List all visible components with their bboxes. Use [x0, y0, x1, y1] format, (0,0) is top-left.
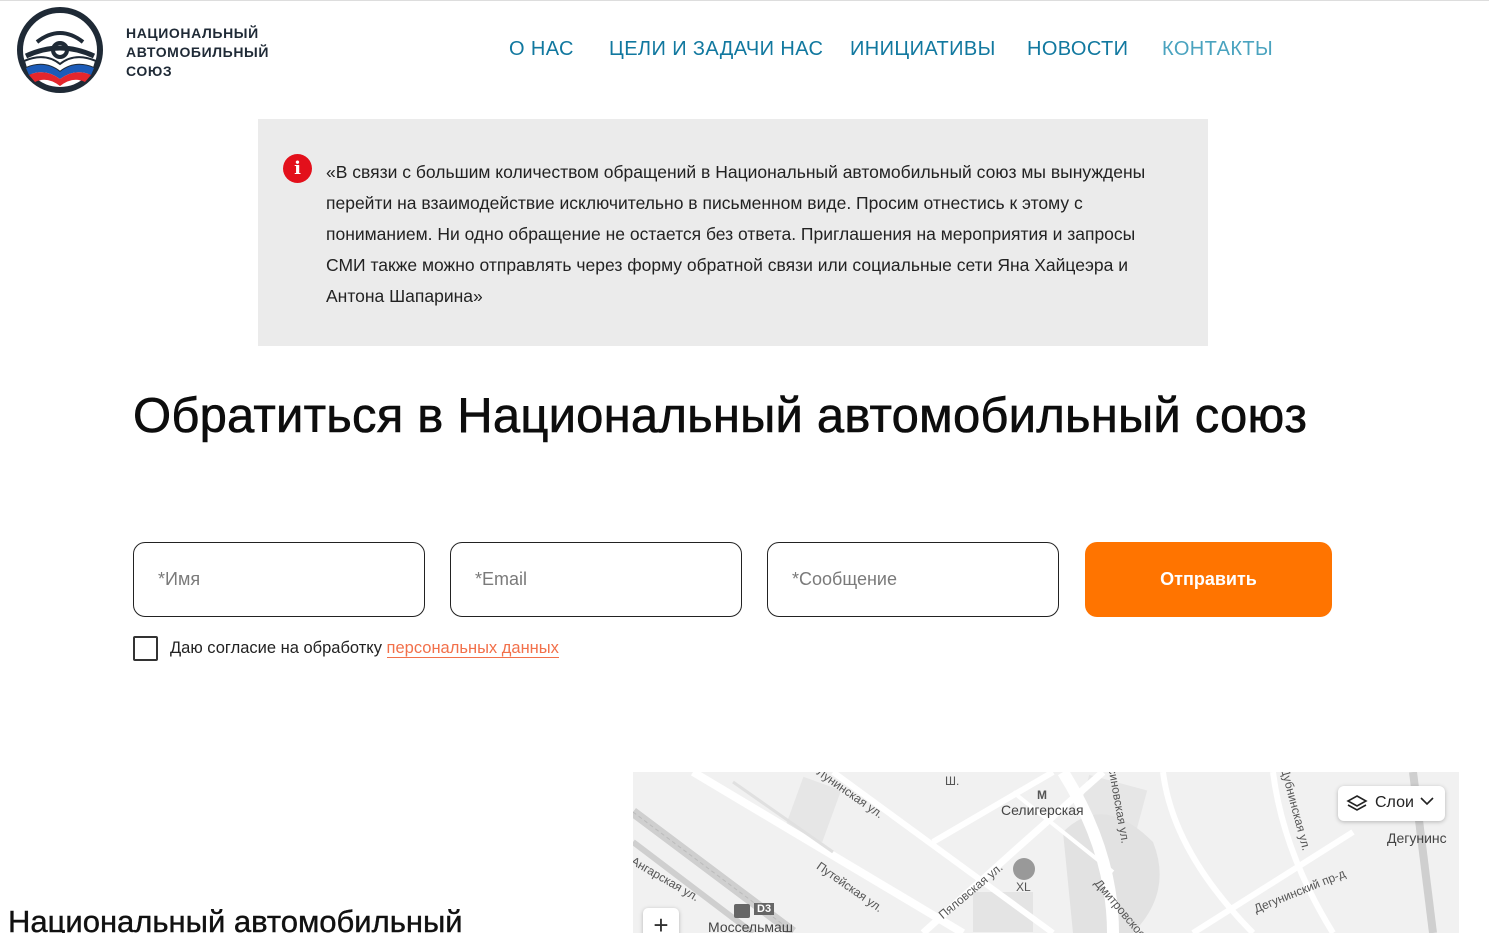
- line-badge: D3: [754, 903, 775, 915]
- email-input[interactable]: [451, 543, 741, 616]
- nav-item-news[interactable]: НОВОСТИ: [1027, 38, 1128, 61]
- info-alert-icon: i: [283, 154, 312, 183]
- store-label: XL: [1016, 880, 1031, 894]
- station-label: Моссельмаш: [708, 919, 794, 933]
- nav-item-goals[interactable]: ЦЕЛИ И ЗАДАЧИ НАС: [609, 38, 823, 61]
- name-input[interactable]: [134, 543, 424, 616]
- metro-station-label: Селигерская: [1001, 802, 1084, 818]
- nav-item-contacts[interactable]: КОНТАКТЫ: [1162, 38, 1273, 61]
- shopping-icon: [1013, 858, 1035, 880]
- top-border: [0, 0, 1489, 1]
- metro-icon: M: [1037, 788, 1047, 802]
- page-title: Обратиться в Национальный автомобильный …: [133, 389, 1308, 444]
- logo-line-3: СОЮЗ: [126, 63, 173, 79]
- personal-data-link[interactable]: персональных данных: [386, 639, 559, 658]
- consent-label: Даю согласие на обработку персональных д…: [170, 639, 559, 658]
- layers-label: Слои: [1375, 794, 1414, 811]
- logo-line-2: АВТОМОБИЛЬНЫЙ: [126, 44, 270, 60]
- consent-checkbox[interactable]: [133, 636, 158, 661]
- chevron-down-icon: [1420, 797, 1434, 806]
- metro-station-label: Дегунинс: [1387, 830, 1447, 846]
- nav-item-initiatives[interactable]: ИНИЦИАТИВЫ: [850, 38, 996, 61]
- logo-line-1: НАЦИОНАЛЬНЫЙ: [126, 25, 259, 41]
- logo-icon[interactable]: [15, 6, 105, 94]
- submit-button[interactable]: Отправить: [1085, 542, 1332, 617]
- map-layers-button[interactable]: Слои: [1338, 786, 1445, 821]
- layers-icon: [1346, 795, 1368, 811]
- name-field[interactable]: [133, 542, 425, 617]
- message-field[interactable]: [767, 542, 1059, 617]
- message-input[interactable]: [768, 543, 1058, 616]
- map[interactable]: Лунинская ул. Путейская ул. Пяловская ул…: [633, 772, 1459, 933]
- nav-item-about[interactable]: О НАС: [509, 38, 574, 61]
- map-zoom-in-button[interactable]: +: [643, 908, 679, 933]
- logo-text[interactable]: НАЦИОНАЛЬНЫЙ АВТОМОБИЛЬНЫЙ СОЮЗ: [126, 24, 269, 81]
- consent-text: Даю согласие на обработку: [170, 639, 382, 657]
- train-icon: [734, 904, 750, 918]
- email-field[interactable]: [450, 542, 742, 617]
- org-name-heading: Национальный автомобильный: [8, 904, 463, 933]
- notice-banner: i «В связи с большим количеством обращен…: [258, 119, 1208, 346]
- map-street-label: Ш.: [945, 774, 960, 788]
- notice-text: «В связи с большим количеством обращений…: [326, 162, 1146, 306]
